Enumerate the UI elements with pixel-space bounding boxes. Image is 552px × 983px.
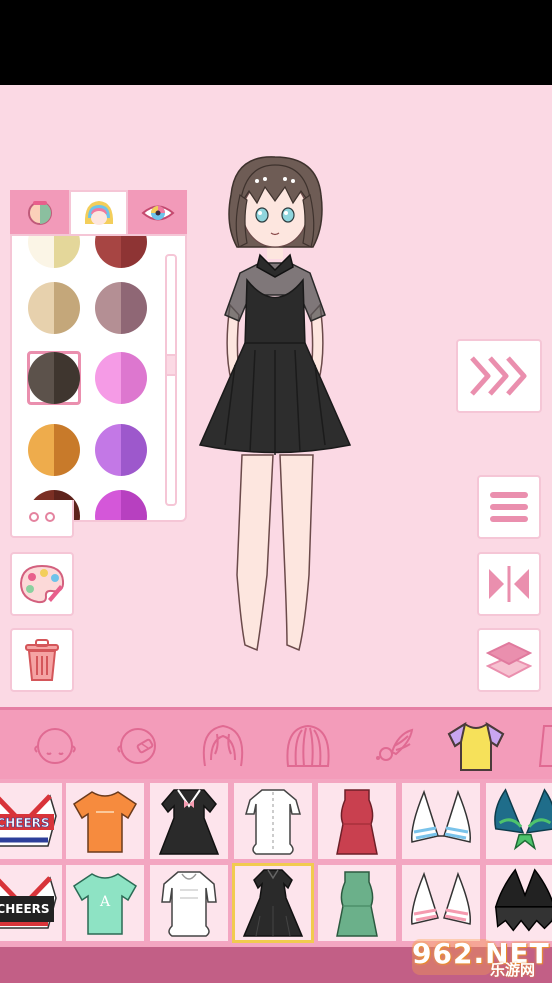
green-dress-image — [336, 871, 378, 937]
item-cheer-top-red[interactable]: CHEERS — [0, 781, 64, 861]
skin-palette-icon — [27, 201, 52, 225]
menu-button[interactable] — [477, 475, 541, 539]
item-cheer-top-black[interactable]: CHEERS — [0, 863, 64, 943]
color-swatch-list[interactable] — [10, 234, 187, 522]
item-black-fringe-top[interactable] — [484, 863, 552, 943]
category-dresses[interactable] — [530, 718, 552, 774]
cheer-top-red-image: CHEERS — [0, 794, 57, 847]
character-figure — [198, 156, 352, 652]
clothing-items-grid: CHEERS CHEERS A — [0, 779, 552, 947]
flip-horizontal-icon — [489, 566, 529, 602]
eye-color-tab[interactable] — [128, 190, 187, 236]
partial-hidden-button[interactable] — [10, 500, 74, 538]
green-bikini-image — [494, 788, 552, 851]
category-front-hair[interactable] — [193, 718, 253, 774]
skin-tone-tab[interactable] — [10, 190, 69, 236]
svg-text:CHEERS: CHEERS — [0, 816, 50, 830]
next-button[interactable] — [456, 339, 542, 413]
mint-tshirt-image: A — [73, 873, 137, 935]
black-fringe-top-image — [494, 868, 552, 932]
color-swatch[interactable] — [28, 352, 80, 404]
category-bar — [0, 707, 552, 779]
swatch-scrollbar[interactable] — [165, 254, 177, 506]
item-green-dress[interactable] — [316, 863, 398, 943]
color-panel — [10, 190, 187, 522]
pink-bikini-image — [411, 871, 471, 925]
wheels-icon — [29, 512, 55, 522]
flip-button[interactable] — [477, 552, 541, 616]
hair-color-tab[interactable] — [69, 190, 128, 236]
eye-icon — [140, 205, 175, 221]
triple-chevron-right-icon — [470, 356, 527, 396]
dress-icon — [538, 725, 552, 767]
face-blush-icon — [117, 728, 156, 764]
palette-icon — [19, 564, 65, 604]
watermark-subtext: 乐游网 — [490, 961, 536, 979]
color-swatch[interactable] — [95, 236, 147, 268]
white-blouse-image — [245, 789, 301, 855]
layers-button[interactable] — [477, 628, 541, 692]
swatch-scroll-thumb[interactable] — [167, 354, 175, 376]
hamburger-menu-icon — [490, 492, 528, 522]
color-swatch[interactable] — [28, 236, 80, 268]
item-red-dress[interactable] — [316, 781, 398, 861]
watermark-logo: 962.NET 乐游网 — [412, 935, 549, 979]
layers-icon — [486, 641, 532, 679]
category-tops[interactable] — [446, 718, 506, 774]
palette-button[interactable] — [10, 552, 74, 616]
cheer-top-black-image: CHEERS — [0, 876, 57, 929]
item-pink-bikini[interactable] — [400, 863, 482, 943]
rainbow-hair-icon — [84, 201, 113, 225]
delete-button[interactable] — [10, 628, 74, 692]
svg-text:A: A — [99, 894, 111, 910]
status-bar — [0, 0, 552, 85]
sailor-dress-image — [158, 789, 220, 855]
blue-bikini-image — [411, 789, 471, 843]
item-white-blouse[interactable] — [232, 781, 314, 861]
category-face-details[interactable] — [108, 718, 168, 774]
item-orange-tshirt[interactable] — [64, 781, 146, 861]
item-sailor-dress[interactable] — [148, 781, 230, 861]
trash-icon — [25, 639, 59, 681]
accessory-icon — [376, 728, 414, 761]
item-mint-tshirt[interactable]: A — [64, 863, 146, 943]
color-swatch[interactable] — [95, 490, 147, 520]
front-hair-icon — [202, 724, 244, 767]
black-dress-image — [242, 869, 304, 937]
face-icon — [34, 728, 76, 764]
color-swatch[interactable] — [95, 282, 147, 334]
color-swatch[interactable] — [95, 352, 147, 404]
white-frill-blouse-image — [161, 871, 217, 937]
color-swatch[interactable] — [28, 282, 80, 334]
item-blue-bikini[interactable] — [400, 781, 482, 861]
color-panel-tabs — [10, 190, 187, 236]
item-green-bikini[interactable] — [484, 781, 552, 861]
category-back-hair[interactable] — [278, 718, 338, 774]
red-dress-image — [336, 789, 378, 855]
color-swatch[interactable] — [28, 424, 80, 476]
category-accessories[interactable] — [362, 718, 422, 774]
svg-text:CHEERS: CHEERS — [0, 902, 50, 916]
category-face[interactable] — [25, 718, 85, 774]
back-hair-icon — [286, 724, 330, 767]
color-swatch[interactable] — [95, 424, 147, 476]
top-clothes-icon — [447, 721, 505, 771]
item-black-dress[interactable] — [232, 863, 314, 943]
item-white-frill-blouse[interactable] — [148, 863, 230, 943]
orange-tshirt-image — [73, 791, 137, 853]
